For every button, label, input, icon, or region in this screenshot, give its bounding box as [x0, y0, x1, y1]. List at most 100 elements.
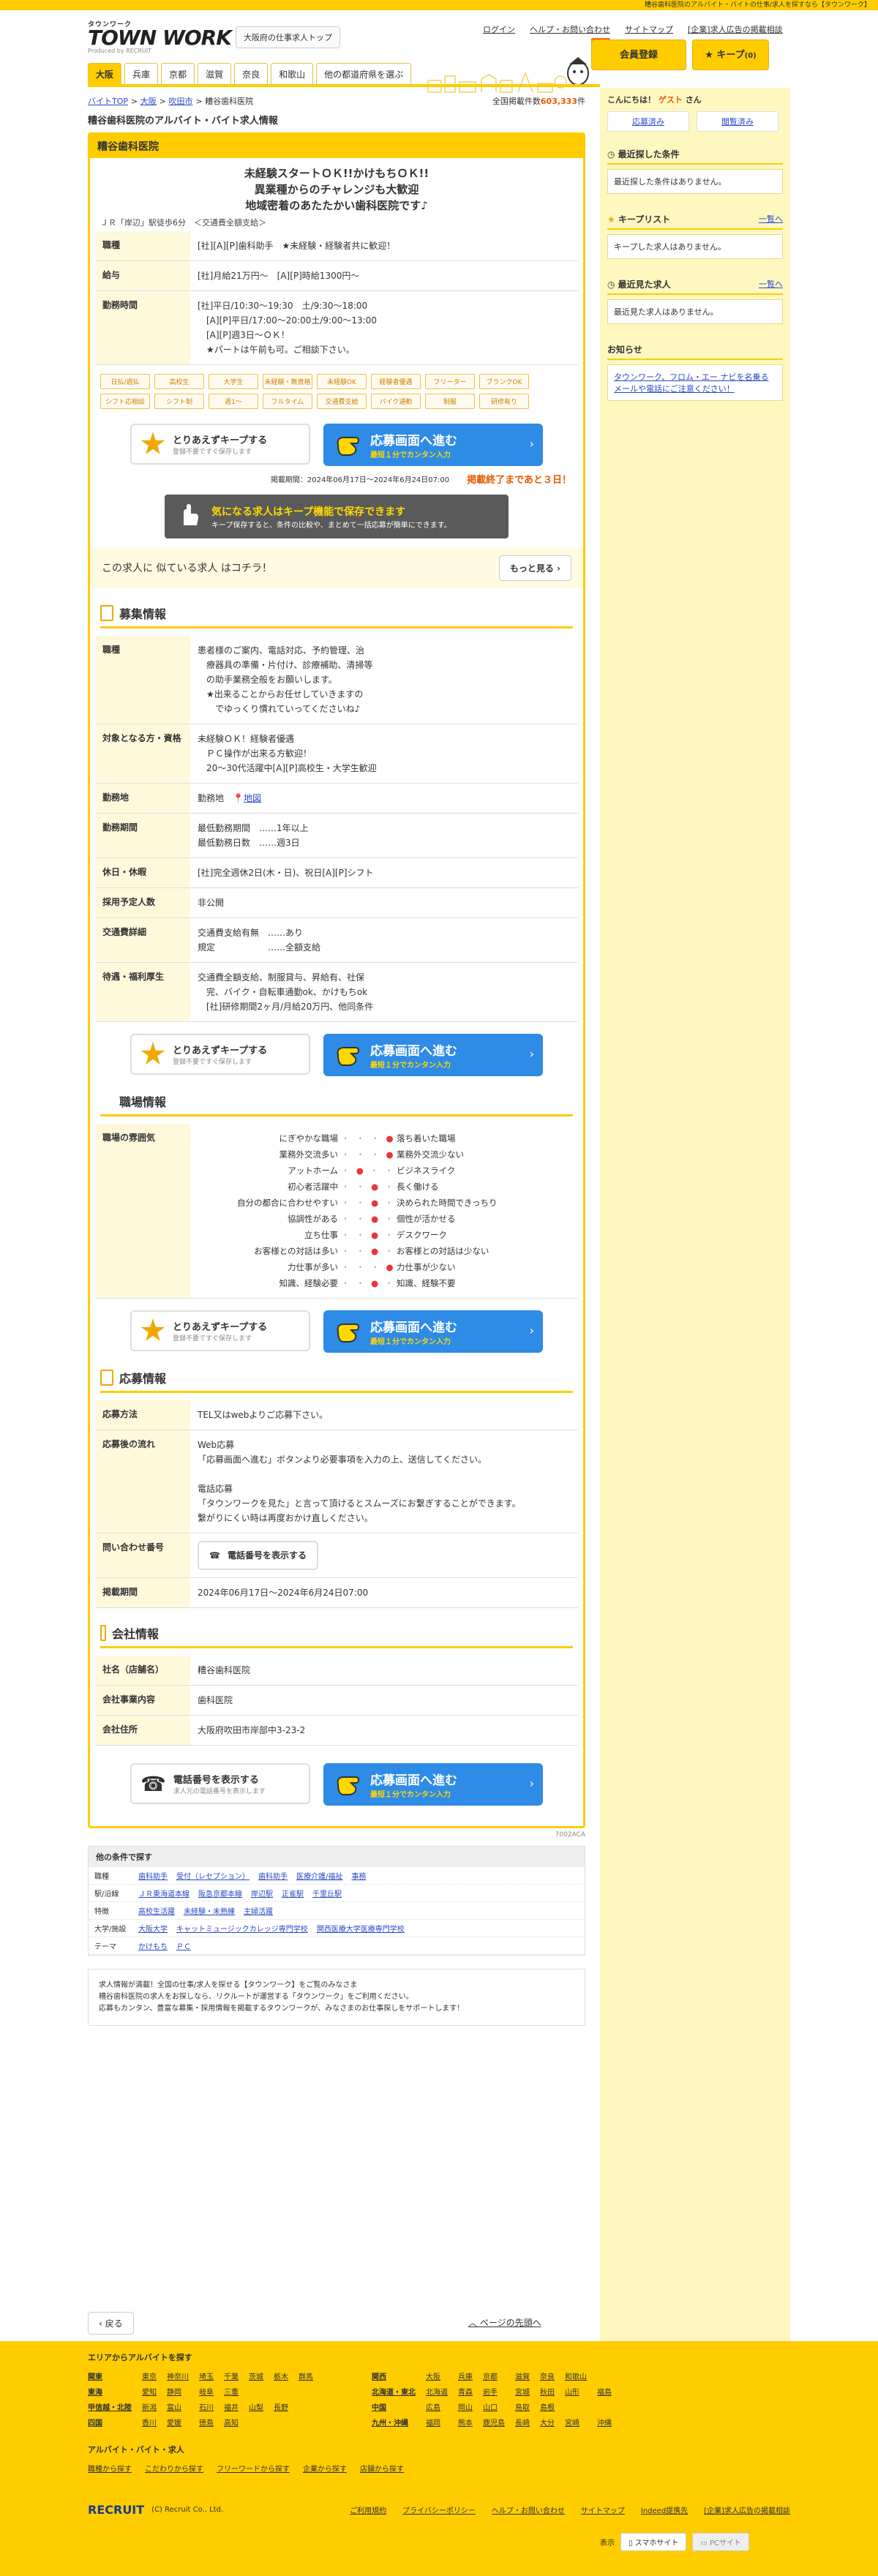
search-by-feature-link[interactable]: こだわりから探す: [145, 2463, 203, 2474]
osaka-top-button[interactable]: 大阪府の仕事求人トップ: [236, 26, 340, 48]
back-button[interactable]: ‹ 戻る: [88, 2312, 134, 2335]
area-link[interactable]: 和歌山: [565, 2370, 587, 2381]
smartphone-site-button[interactable]: ▯ スマホサイト: [620, 2533, 687, 2551]
keep-button[interactable]: ★ キープ(0): [692, 40, 769, 70]
condition-link[interactable]: 医療介護/福祉: [296, 1873, 342, 1881]
login-link[interactable]: ログイン: [483, 23, 515, 35]
area-link[interactable]: 石川: [199, 2401, 214, 2412]
area-link[interactable]: 宮崎: [565, 2417, 587, 2427]
terms-link[interactable]: ご利用規約: [350, 2504, 386, 2515]
ad-consult-link[interactable]: [企業]求人広告の掲載相談: [704, 2504, 790, 2515]
area-link[interactable]: 島根: [540, 2401, 555, 2412]
help-link[interactable]: ヘルプ・お問い合わせ: [530, 23, 610, 35]
area-link[interactable]: 山形: [565, 2386, 587, 2397]
area-link[interactable]: 滋賀: [515, 2370, 530, 2381]
area-link[interactable]: 愛知: [142, 2386, 157, 2397]
condition-link[interactable]: ＪＲ東海道本線: [138, 1890, 190, 1899]
privacy-link[interactable]: プライバシーポリシー: [402, 2504, 476, 2515]
area-link[interactable]: 高知: [224, 2417, 239, 2427]
area-link[interactable]: 熊本: [458, 2417, 473, 2427]
townwork-logo[interactable]: タウンワーク TOWN WORK Produced by RECRUIT: [88, 19, 232, 54]
crumb-osaka[interactable]: 大阪: [140, 97, 157, 106]
condition-link[interactable]: 正雀駅: [282, 1890, 304, 1899]
area-link[interactable]: 沖縄: [597, 2417, 612, 2427]
area-link[interactable]: 東京: [142, 2370, 157, 2381]
search-by-job-link[interactable]: 職種から探す: [88, 2463, 132, 2474]
page-top-link[interactable]: ︿ ページの先頭へ: [468, 2316, 541, 2329]
area-link[interactable]: 福岡: [426, 2417, 448, 2427]
area-link[interactable]: 兵庫: [458, 2370, 473, 2381]
area-link[interactable]: 静岡: [167, 2386, 189, 2397]
condition-link[interactable]: キャットミュージックカレッジ専門学校: [176, 1926, 308, 1934]
tab-osaka[interactable]: 大阪: [88, 63, 122, 86]
area-link[interactable]: 福島: [597, 2386, 612, 2397]
condition-link[interactable]: 未経験・未熟練: [184, 1908, 235, 1916]
area-link[interactable]: 神奈川: [167, 2370, 189, 2381]
search-by-keyword-link[interactable]: フリーワードから探す: [217, 2463, 290, 2474]
area-link[interactable]: 秋田: [540, 2386, 555, 2397]
apply-button[interactable]: 応募画面へ進む 最短１分でカンタン入力 ›: [323, 1034, 543, 1076]
crumb-baito-top[interactable]: バイトTOP: [88, 97, 128, 106]
keep-job-button[interactable]: とりあえずキープする 登録不要ですぐ保存します: [130, 424, 310, 465]
area-link[interactable]: 岡山: [458, 2401, 473, 2412]
area-link[interactable]: 九州・沖縄: [372, 2417, 416, 2427]
area-link[interactable]: 愛媛: [167, 2417, 189, 2427]
area-link[interactable]: 北海道・東北: [372, 2386, 416, 2397]
indeed-link[interactable]: Indeed提携先: [641, 2504, 688, 2515]
condition-link[interactable]: かけもち: [138, 1943, 168, 1951]
area-link[interactable]: 甲信越・北陸: [88, 2401, 132, 2412]
apply-button[interactable]: 応募画面へ進む 最短１分でカンタン入力 ›: [323, 424, 543, 466]
area-link[interactable]: 山梨: [249, 2401, 263, 2412]
condition-link[interactable]: 事務: [351, 1873, 366, 1881]
condition-link[interactable]: ＰＣ: [176, 1943, 191, 1951]
area-link[interactable]: 四国: [88, 2417, 132, 2427]
area-link[interactable]: 北海道: [426, 2386, 448, 2397]
keep-list-link[interactable]: 一覧へ: [759, 213, 783, 225]
crumb-suita[interactable]: 吹田市: [168, 97, 192, 106]
area-link[interactable]: 徳島: [199, 2417, 214, 2427]
area-link[interactable]: 関西: [372, 2370, 416, 2381]
help-link[interactable]: ヘルプ・お問い合わせ: [492, 2504, 565, 2515]
area-link[interactable]: 広島: [426, 2401, 448, 2412]
search-by-company-link[interactable]: 企業から探す: [303, 2463, 347, 2474]
area-link[interactable]: 埼玉: [199, 2370, 214, 2381]
area-link[interactable]: 青森: [458, 2386, 473, 2397]
condition-link[interactable]: 岸辺駅: [251, 1890, 273, 1899]
area-link[interactable]: 関東: [88, 2370, 132, 2381]
condition-link[interactable]: 大阪大学: [138, 1926, 168, 1934]
area-link[interactable]: 群馬: [299, 2370, 313, 2381]
area-link[interactable]: 長崎: [515, 2417, 530, 2427]
area-link[interactable]: 奈良: [540, 2370, 555, 2381]
area-link[interactable]: 香川: [142, 2417, 157, 2427]
area-link[interactable]: 茨城: [249, 2370, 263, 2381]
apply-button[interactable]: 応募画面へ進む 最短１分でカンタン入力 ›: [323, 1763, 543, 1806]
area-link[interactable]: 福井: [224, 2401, 239, 2412]
tab-nara[interactable]: 奈良: [234, 63, 269, 86]
condition-link[interactable]: 高校生活躍: [138, 1908, 175, 1916]
search-by-store-link[interactable]: 店舗から探す: [360, 2463, 404, 2474]
viewed-button[interactable]: 閲覧済み: [697, 111, 778, 132]
sitemap-link[interactable]: サイトマップ: [581, 2504, 625, 2515]
tab-kyoto[interactable]: 京都: [161, 63, 195, 86]
area-link[interactable]: 山口: [483, 2401, 505, 2412]
area-link[interactable]: 宮城: [515, 2386, 530, 2397]
notice-link[interactable]: タウンワーク、フロム・エー ナビを名乗るメールや電話にご注意ください！: [607, 364, 783, 401]
area-link[interactable]: 大分: [540, 2417, 555, 2427]
keep-job-button[interactable]: とりあえずキープする 登録不要ですぐ保存します: [130, 1310, 310, 1351]
area-link[interactable]: 東海: [88, 2386, 132, 2397]
condition-link[interactable]: 関西医療大学医療専門学校: [317, 1926, 405, 1934]
sitemap-link[interactable]: サイトマップ: [625, 23, 673, 35]
area-link[interactable]: 中国: [372, 2401, 416, 2412]
tab-hyogo[interactable]: 兵庫: [124, 63, 159, 86]
area-link[interactable]: 鹿児島: [483, 2417, 505, 2427]
condition-link[interactable]: 千里丘駅: [312, 1890, 342, 1899]
condition-link[interactable]: 阪急京都本線: [198, 1890, 242, 1899]
condition-link[interactable]: 主婦活躍: [244, 1908, 273, 1916]
condition-link[interactable]: 歯科助手: [138, 1873, 168, 1881]
map-link[interactable]: 地図: [244, 793, 261, 803]
show-phone-big-button[interactable]: ☎ 電話番号を表示する 求人元の電話番号を表示します: [130, 1763, 310, 1804]
more-button[interactable]: もっと見る ›: [498, 555, 571, 581]
recent-viewed-link[interactable]: 一覧へ: [759, 278, 783, 290]
area-link[interactable]: 岩手: [483, 2386, 505, 2397]
area-link[interactable]: 長野: [274, 2401, 288, 2412]
